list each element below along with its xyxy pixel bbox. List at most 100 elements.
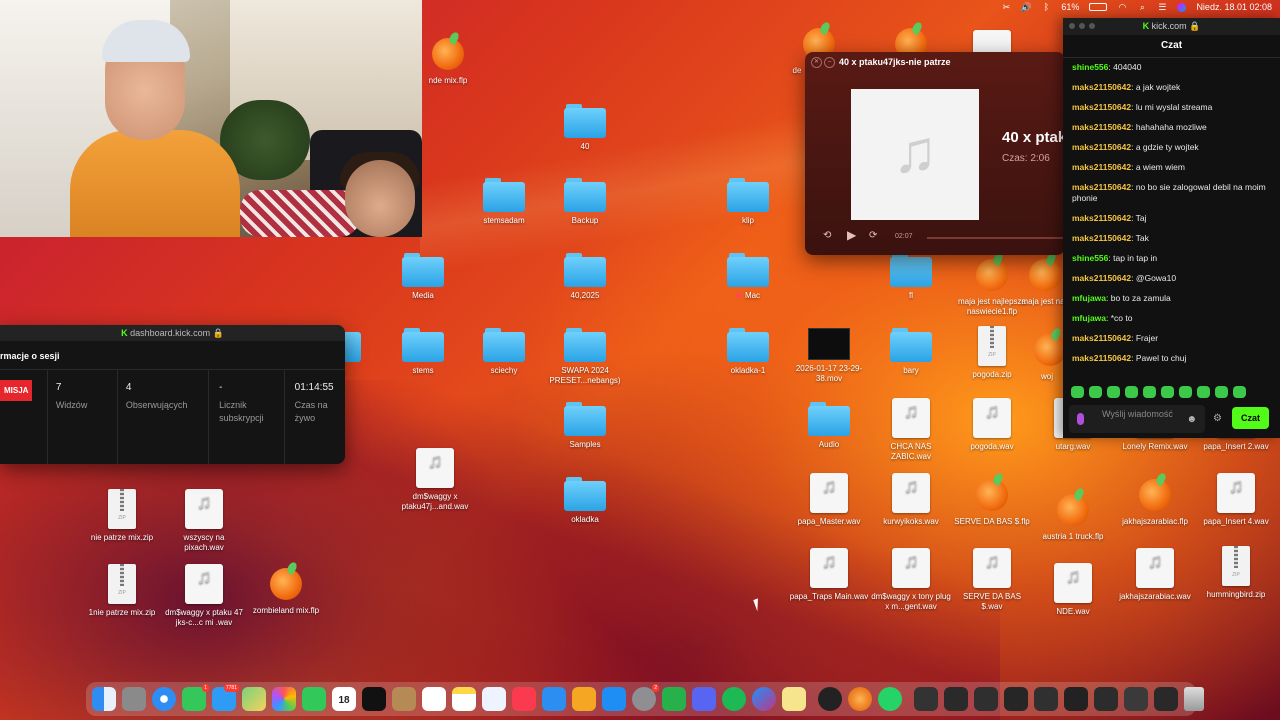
reminders-icon[interactable] bbox=[422, 687, 446, 711]
launchpad-icon[interactable] bbox=[122, 687, 146, 711]
dashboard-titlebar[interactable]: K dashboard.kick.com 🔒 bbox=[0, 325, 345, 341]
facetime-icon[interactable] bbox=[302, 687, 326, 711]
search-icon[interactable]: ⌕ bbox=[1137, 2, 1147, 12]
emote-icon[interactable] bbox=[1179, 386, 1192, 398]
desktop-icon[interactable]: 40,2025 bbox=[545, 253, 625, 301]
gear-icon[interactable]: ⚙ bbox=[1213, 413, 1222, 424]
microphone-icon[interactable] bbox=[1077, 413, 1084, 425]
apple-tv-icon[interactable] bbox=[362, 687, 386, 711]
desktop-icon[interactable]: ZIP hummingbird.zip bbox=[1196, 546, 1276, 600]
desktop-icon[interactable]: ♫ dm$waggy x ptaku47j...and.wav bbox=[395, 448, 475, 512]
desktop-icon[interactable]: ♫ kurwyikoks.wav bbox=[871, 473, 951, 527]
chat-username[interactable]: maks21150642 bbox=[1072, 353, 1131, 363]
photos-icon[interactable] bbox=[272, 687, 296, 711]
app-store-icon[interactable] bbox=[602, 687, 626, 711]
messenger-icon[interactable] bbox=[752, 687, 776, 711]
desktop-icon[interactable]: 2026-01-17 23-29-38.mov bbox=[789, 328, 869, 384]
chat-username[interactable]: maks21150642 bbox=[1072, 213, 1131, 223]
chat-username[interactable]: maks21150642 bbox=[1072, 102, 1131, 112]
chat-username[interactable]: maks21150642 bbox=[1072, 142, 1131, 152]
numbers-icon[interactable] bbox=[662, 687, 686, 711]
minimized-window-icon[interactable] bbox=[1004, 687, 1028, 711]
emote-icon[interactable] bbox=[1233, 386, 1246, 398]
desktop-icon[interactable]: ♫ papa_Master.wav bbox=[789, 473, 869, 527]
safari-icon[interactable] bbox=[152, 687, 176, 711]
chat-username[interactable]: maks21150642 bbox=[1072, 182, 1131, 192]
battery-icon[interactable] bbox=[1089, 3, 1108, 11]
minimized-window-icon[interactable] bbox=[944, 687, 968, 711]
siri-icon[interactable] bbox=[1177, 2, 1187, 12]
chat-username[interactable]: maks21150642 bbox=[1072, 122, 1131, 132]
desktop-icon[interactable]: bary bbox=[871, 328, 951, 376]
kick-dashboard-window[interactable]: K dashboard.kick.com 🔒 rmacje o sesji MI… bbox=[0, 325, 345, 464]
discord-icon[interactable] bbox=[692, 687, 716, 711]
zoom-icon[interactable] bbox=[1089, 23, 1095, 29]
minimize-icon[interactable]: – bbox=[824, 57, 835, 68]
minimized-window-icon[interactable] bbox=[1154, 687, 1178, 711]
desktop-icon[interactable]: okladka-1 bbox=[708, 328, 788, 376]
chat-username[interactable]: shine556 bbox=[1072, 62, 1108, 72]
desktop-icon[interactable]: fl bbox=[871, 253, 951, 301]
stickies-icon[interactable] bbox=[782, 687, 806, 711]
kick-chat-window[interactable]: K kick.com 🔒 Czat shine556: 404040 maks21… bbox=[1063, 18, 1280, 438]
menubar-clock[interactable]: Niedz. 18.01 02:08 bbox=[1196, 2, 1272, 12]
emote-icon[interactable] bbox=[1071, 386, 1084, 398]
mail-icon[interactable]: 7781 bbox=[212, 684, 239, 711]
desktop-icon[interactable]: ZIP nie patrze mix.zip bbox=[82, 489, 162, 543]
messages-icon[interactable]: 1 bbox=[182, 684, 209, 711]
desktop-icon[interactable]: Samples bbox=[545, 402, 625, 450]
chat-username[interactable]: maks21150642 bbox=[1072, 82, 1131, 92]
desktop-icon[interactable]: ♫ dm$waggy x ptaku 47 jks-c...c mi .wav bbox=[164, 564, 244, 628]
calendar-icon[interactable]: 18 bbox=[332, 687, 356, 711]
freeform-icon[interactable] bbox=[482, 687, 506, 711]
volume-icon[interactable]: 🔊 bbox=[1021, 2, 1032, 12]
bluetooth-icon[interactable]: ᛒ bbox=[1041, 2, 1051, 12]
chat-username[interactable]: maks21150642 bbox=[1072, 233, 1131, 243]
desktop-icon[interactable]: Backup bbox=[545, 178, 625, 226]
finder-icon[interactable] bbox=[92, 687, 116, 711]
emoji-icon[interactable]: ☻ bbox=[1186, 414, 1197, 425]
emote-icon[interactable] bbox=[1089, 386, 1102, 398]
desktop-icon[interactable]: austria 1 truck.flp bbox=[1033, 488, 1113, 542]
battery-percent[interactable]: 61% bbox=[1061, 2, 1079, 12]
chat-username[interactable]: shine556 bbox=[1072, 253, 1108, 263]
emote-icon[interactable] bbox=[1215, 386, 1228, 398]
keynote-icon[interactable] bbox=[542, 687, 566, 711]
emote-icon[interactable] bbox=[1197, 386, 1210, 398]
folder-stack-icon[interactable] bbox=[392, 687, 416, 711]
desktop-icon[interactable]: ♫ CHCA NAS ZABIC.wav bbox=[871, 398, 951, 462]
desktop-icon[interactable]: Audio bbox=[789, 402, 869, 450]
desktop-icon[interactable]: ♫ papa_Traps Main.wav bbox=[789, 548, 869, 602]
chat-titlebar[interactable]: K kick.com 🔒 bbox=[1063, 18, 1280, 35]
desktop-icon[interactable]: 40 bbox=[545, 104, 625, 152]
desktop-icon[interactable]: okladka bbox=[545, 477, 625, 525]
minimized-window-icon[interactable] bbox=[914, 687, 938, 711]
desktop-icon[interactable]: Media bbox=[383, 253, 463, 301]
emote-icon[interactable] bbox=[1143, 386, 1156, 398]
wifi-icon[interactable]: ◠ bbox=[1117, 2, 1127, 12]
rewind-icon[interactable]: ⟲ bbox=[823, 230, 831, 241]
minimized-window-icon[interactable] bbox=[974, 687, 998, 711]
desktop-icon[interactable]: jakhajszarabiac.flp bbox=[1115, 473, 1195, 527]
pages-icon[interactable] bbox=[572, 687, 596, 711]
desktop-icon[interactable]: ZIP pogoda.zip bbox=[952, 326, 1032, 380]
progress-bar[interactable] bbox=[927, 237, 1065, 239]
emote-icon[interactable] bbox=[1125, 386, 1138, 398]
chat-username[interactable]: maks21150642 bbox=[1072, 333, 1131, 343]
desktop-icon[interactable]: stems bbox=[383, 328, 463, 376]
desktop-icon[interactable]: sciechy bbox=[464, 328, 544, 376]
chat-username[interactable]: mfujawa bbox=[1072, 293, 1106, 303]
desktop-icon[interactable]: SWAPA 2024 PRESET...nebangs) bbox=[545, 328, 625, 386]
desktop-icon[interactable]: ♫ pogoda.wav bbox=[952, 398, 1032, 452]
emote-icon[interactable] bbox=[1107, 386, 1120, 398]
desktop-icon[interactable]: ♫ NDE.wav bbox=[1033, 563, 1113, 617]
control-center-icon[interactable]: ☰ bbox=[1157, 2, 1167, 12]
desktop-icon[interactable]: ♫ papa_Insert 4.wav bbox=[1196, 473, 1276, 527]
desktop-icon[interactable]: zombieland mix.flp bbox=[246, 562, 326, 616]
minimized-window-icon[interactable] bbox=[1034, 687, 1058, 711]
activity-monitor-icon[interactable] bbox=[818, 687, 842, 711]
forward-icon[interactable]: ⟳ bbox=[869, 230, 877, 241]
desktop-icon[interactable]: woj bbox=[1030, 328, 1064, 382]
notes-icon[interactable] bbox=[452, 687, 476, 711]
desktop-icon[interactable]: ZIP 1nie patrze mix.zip bbox=[82, 564, 162, 618]
